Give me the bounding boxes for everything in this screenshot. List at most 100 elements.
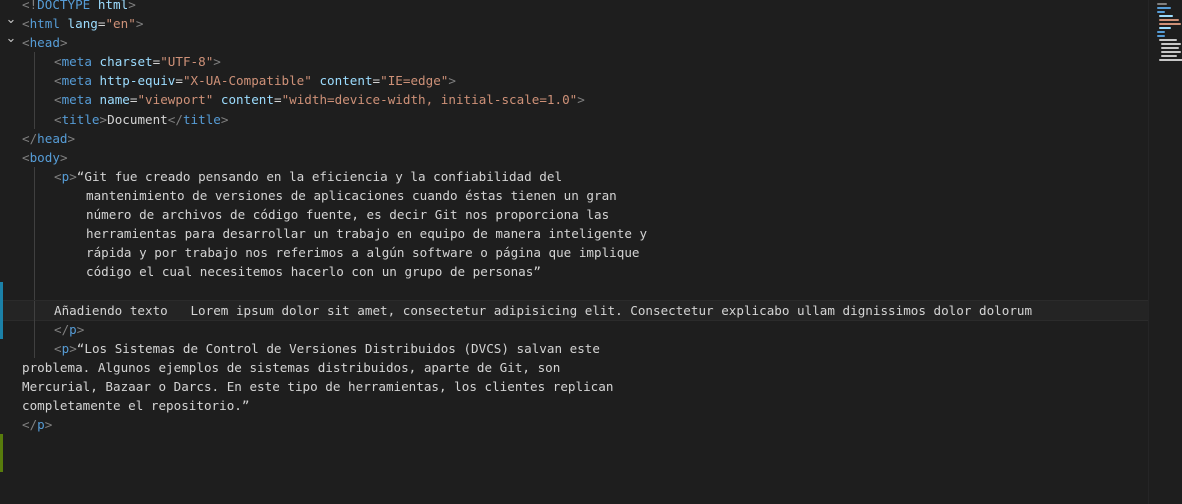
code-text: </p>: [54, 320, 84, 339]
code-token: =: [372, 73, 381, 89]
code-line[interactable]: [0, 281, 1148, 301]
minimap-line: [1157, 31, 1165, 33]
code-token: <: [54, 168, 62, 184]
code-line[interactable]: ⌄ <html lang="en">: [0, 13, 1148, 33]
code-line[interactable]: <meta charset="UTF-8">: [0, 52, 1148, 72]
indent-guide: [34, 338, 35, 358]
indent-guide: [34, 319, 35, 339]
indent-guide: [34, 166, 35, 186]
minimap-line: [1159, 19, 1179, 21]
code-token: "width=device-width, initial-scale=1.0": [281, 92, 578, 108]
code-token: “Git fue creado pensando en la eficienci…: [76, 168, 563, 184]
code-text: Añadiendo texto Lorem ipsum dolor sit am…: [54, 301, 1032, 320]
code-token: Mercurial, Bazaar o Darcs. En este tipo …: [22, 378, 614, 394]
code-token: "UTF-8": [160, 54, 214, 70]
code-token: </: [54, 321, 70, 337]
code-text: <meta charset="UTF-8">: [54, 52, 221, 71]
code-token: mantenimiento de versiones de aplicacion…: [86, 187, 617, 203]
indent-guide: [34, 205, 35, 225]
code-area[interactable]: <!DOCTYPE html> ⌄ <html lang="en"> ⌄ <head> <…: [0, 0, 1148, 504]
code-token: "en": [105, 16, 136, 32]
code-text: <!DOCTYPE html>: [22, 0, 136, 14]
code-line[interactable]: problema. Algunos ejemplos de sistemas d…: [0, 358, 1148, 377]
minimap-line: [1159, 23, 1181, 25]
chevron-down-icon[interactable]: ⌄: [4, 32, 18, 52]
minimap-line: [1161, 43, 1181, 45]
code-text: <html lang="en">: [22, 14, 143, 33]
indent-guide: [34, 300, 35, 320]
code-token: >: [135, 16, 144, 32]
code-editor[interactable]: <!DOCTYPE html> ⌄ <html lang="en"> ⌄ <head> <…: [0, 0, 1182, 504]
code-token: meta: [61, 92, 92, 108]
code-token: meta: [61, 54, 92, 70]
code-text: rápida y por trabajo nos referimos a alg…: [86, 243, 640, 262]
code-token: "X-UA-Compatible": [182, 73, 312, 89]
code-line[interactable]: [0, 434, 1148, 453]
code-line[interactable]: <meta http-equiv="X-UA-Compatible" conte…: [0, 71, 1148, 91]
code-token: Añadiendo texto Lorem ipsum dolor sit am…: [54, 302, 1033, 318]
code-token: <: [54, 73, 62, 89]
code-line[interactable]: número de archivos de código fuente, es …: [0, 205, 1148, 225]
indent-guide: [34, 109, 35, 129]
code-token: body: [29, 149, 60, 165]
code-line[interactable]: </p>: [0, 415, 1148, 434]
code-token: content: [220, 92, 274, 108]
indent-guide: [34, 52, 35, 72]
code-text: problema. Algunos ejemplos de sistemas d…: [22, 358, 560, 377]
code-line[interactable]: ⌄ <head>: [0, 32, 1148, 52]
code-line[interactable]: herramientas para desarrollar un trabajo…: [0, 224, 1148, 244]
code-text: </head>: [22, 129, 75, 148]
code-token: >: [67, 130, 76, 146]
code-text: Mercurial, Bazaar o Darcs. En este tipo …: [22, 377, 613, 396]
code-token: <!: [22, 0, 38, 12]
code-line[interactable]: <!DOCTYPE html>: [0, 0, 1148, 14]
code-token: "viewport": [137, 92, 214, 108]
code-text: <body>: [22, 148, 68, 167]
minimap-line: [1161, 51, 1181, 53]
code-line[interactable]: código el cual necesitemos hacerlo con u…: [0, 262, 1148, 282]
code-token: <: [22, 35, 30, 51]
gutter-modified-marker: [0, 281, 3, 339]
minimap[interactable]: [1148, 0, 1182, 504]
code-token: >: [59, 149, 68, 165]
code-token: >: [99, 111, 108, 127]
code-text: completamente el repositorio.”: [22, 396, 249, 415]
code-token: html: [29, 16, 60, 32]
code-line[interactable]: </head>: [0, 129, 1148, 148]
code-line[interactable]: <meta name="viewport" content="width=dev…: [0, 90, 1148, 110]
code-token: </: [167, 111, 183, 127]
code-text: número de archivos de código fuente, es …: [86, 205, 609, 224]
code-token: p: [37, 417, 45, 433]
code-line[interactable]: <p>“Los Sistemas de Control de Versiones…: [0, 338, 1148, 358]
code-line[interactable]: <p>“Git fue creado pensando en la eficie…: [0, 166, 1148, 186]
gutter-added-marker: [0, 434, 3, 473]
code-token: <: [54, 340, 62, 356]
code-token: >: [448, 73, 456, 89]
code-token: >: [76, 321, 85, 337]
minimap-line: [1159, 59, 1182, 61]
code-text: <meta name="viewport" content="width=dev…: [54, 90, 585, 109]
code-token: meta: [61, 73, 92, 89]
code-line[interactable]: completamente el repositorio.”: [0, 396, 1148, 415]
code-line[interactable]: mantenimiento de versiones de aplicacion…: [0, 185, 1148, 206]
code-line-current[interactable]: Añadiendo texto Lorem ipsum dolor sit am…: [0, 299, 1148, 321]
code-token: "IE=edge": [380, 73, 449, 89]
code-line[interactable]: <body>: [0, 148, 1148, 167]
code-token: problema. Algunos ejemplos de sistemas d…: [22, 359, 561, 375]
indent-guide: [34, 281, 35, 301]
code-token: <: [54, 54, 62, 70]
code-line[interactable]: rápida y por trabajo nos referimos a alg…: [0, 243, 1148, 263]
code-token: >: [577, 92, 585, 108]
code-text: <head>: [22, 33, 68, 52]
code-line[interactable]: <title>Document</title>: [0, 109, 1148, 129]
code-token: >: [44, 417, 53, 433]
code-line[interactable]: Mercurial, Bazaar o Darcs. En este tipo …: [0, 377, 1148, 396]
code-text: herramientas para desarrollar un trabajo…: [86, 224, 647, 243]
code-line[interactable]: </p>: [0, 319, 1148, 339]
minimap-line: [1159, 15, 1173, 17]
minimap-line: [1159, 27, 1171, 29]
code-token: completamente el repositorio.”: [22, 397, 250, 413]
